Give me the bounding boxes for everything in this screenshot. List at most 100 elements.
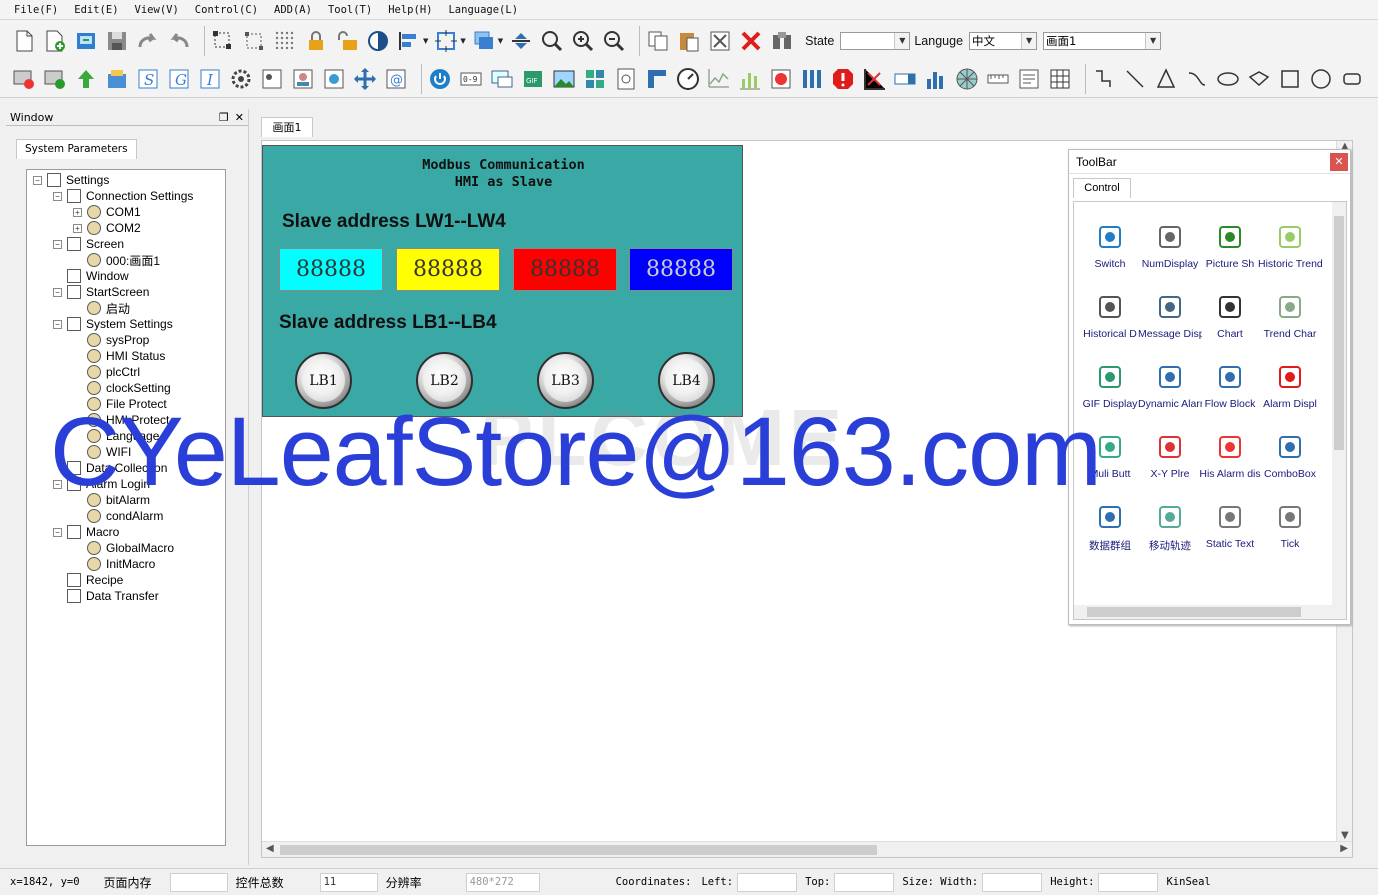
toolbox-item[interactable]: His Alarm dis: [1198, 434, 1262, 480]
width-field[interactable]: [982, 872, 1043, 892]
toolbox-item[interactable]: Trend Char: [1258, 294, 1322, 340]
static-text-icon[interactable]: [1017, 67, 1041, 91]
expand-icon[interactable]: +: [73, 223, 82, 233]
tree-item[interactable]: InitMacro: [73, 556, 155, 572]
polygon-icon[interactable]: [1154, 67, 1178, 91]
xy-plot-icon[interactable]: [862, 67, 886, 91]
num-display-lw1[interactable]: 88888: [279, 248, 383, 291]
dynamic-alarm-icon[interactable]: [800, 67, 824, 91]
paste-icon[interactable]: [677, 29, 701, 53]
rounded-rect-icon[interactable]: [1340, 67, 1364, 91]
scroll-left-icon[interactable]: ◀: [266, 843, 274, 854]
scroll-thumb[interactable]: [1087, 607, 1301, 617]
delete-icon[interactable]: [739, 29, 763, 53]
toolbox-item[interactable]: Dynamic Alarm: [1138, 364, 1202, 410]
layer-dropdown-icon[interactable]: ▼: [498, 37, 503, 45]
size-icon[interactable]: [434, 29, 458, 53]
tree-item[interactable]: + COM1: [73, 204, 141, 220]
save-icon[interactable]: [105, 29, 129, 53]
tree-item[interactable]: HMI Status: [73, 348, 165, 364]
toolbox-item[interactable]: Historic Trend: [1258, 224, 1322, 270]
menu-language[interactable]: Language(L): [448, 4, 518, 16]
tree-item[interactable]: 000:画面1: [73, 252, 160, 268]
language-combobox[interactable]: 中文 ▼: [969, 31, 1038, 50]
toolbox-item[interactable]: Tick: [1258, 504, 1322, 550]
menu-edit[interactable]: Edit(E): [74, 4, 118, 16]
init-script-icon[interactable]: I: [198, 67, 222, 91]
tree-item[interactable]: Data Transfer: [53, 588, 159, 604]
top-field[interactable]: [834, 872, 895, 892]
tick-icon[interactable]: [986, 67, 1010, 91]
tree-item[interactable]: sysProp: [73, 332, 149, 348]
num-display-lw2[interactable]: 88888: [396, 248, 500, 291]
ellipse-icon[interactable]: [1216, 67, 1240, 91]
screen-combobox[interactable]: 画面1 ▼: [1043, 31, 1162, 50]
tree-item[interactable]: GlobalMacro: [73, 540, 174, 556]
multi-state-icon[interactable]: [583, 67, 607, 91]
user-icon[interactable]: [291, 67, 315, 91]
menu-tool[interactable]: Tool(T): [328, 4, 372, 16]
unlock-icon[interactable]: [335, 29, 359, 53]
toolbox-item[interactable]: Switch: [1078, 224, 1142, 270]
tree-item[interactable]: − StartScreen: [53, 284, 149, 300]
curve-icon[interactable]: [1185, 67, 1209, 91]
toolbox-vertical-scrollbar[interactable]: [1332, 202, 1346, 607]
alarm-icon[interactable]: [831, 67, 855, 91]
picture-icon[interactable]: [552, 67, 576, 91]
bar-chart-icon[interactable]: [924, 67, 948, 91]
multi-select-icon[interactable]: [242, 29, 266, 53]
tree-item[interactable]: − Macro: [53, 524, 119, 540]
line-icon[interactable]: [1123, 67, 1147, 91]
open-icon[interactable]: [74, 29, 98, 53]
message-icon[interactable]: [490, 67, 514, 91]
tree-item[interactable]: Recipe: [53, 572, 123, 588]
screen-add-icon[interactable]: [43, 67, 67, 91]
lock-icon[interactable]: [304, 29, 328, 53]
size-dropdown-icon[interactable]: ▼: [460, 37, 465, 45]
numdisplay-icon[interactable]: 0-9: [459, 67, 483, 91]
tab-screen-1[interactable]: 画面1: [261, 117, 313, 137]
undo-icon[interactable]: [167, 29, 191, 53]
select-icon[interactable]: [211, 29, 235, 53]
script-icon[interactable]: S: [136, 67, 160, 91]
cut-icon[interactable]: [708, 29, 732, 53]
tree-item[interactable]: + COM2: [73, 220, 141, 236]
collapse-icon[interactable]: −: [53, 319, 62, 329]
zoom-in-icon[interactable]: [571, 29, 595, 53]
new-screen-icon[interactable]: [43, 29, 67, 53]
image-library-icon[interactable]: [322, 67, 346, 91]
menu-control[interactable]: Control(C): [195, 4, 258, 16]
grid-icon[interactable]: [273, 29, 297, 53]
tree-item[interactable]: − Connection Settings: [53, 188, 193, 204]
copy-icon[interactable]: [646, 29, 670, 53]
gif-icon[interactable]: GIF: [521, 67, 545, 91]
tree-item[interactable]: − System Settings: [53, 316, 173, 332]
scroll-right-icon[interactable]: ▶: [1340, 843, 1348, 854]
menu-view[interactable]: View(V): [135, 4, 179, 16]
collapse-icon[interactable]: −: [33, 175, 42, 185]
zoom-icon[interactable]: [540, 29, 564, 53]
combobox-icon[interactable]: [893, 67, 917, 91]
toolbox-item[interactable]: 移动轨迹: [1138, 504, 1202, 553]
rectangle-icon[interactable]: [1278, 67, 1302, 91]
collapse-icon[interactable]: −: [53, 287, 62, 297]
menu-help[interactable]: Help(H): [388, 4, 432, 16]
toolbox-item[interactable]: ComboBox: [1258, 434, 1322, 480]
toolbox-item[interactable]: Chart: [1198, 294, 1262, 340]
tree-item[interactable]: plcCtrl: [73, 364, 140, 380]
collapse-icon[interactable]: −: [53, 191, 62, 201]
tree-item[interactable]: Window: [53, 268, 129, 284]
height-field[interactable]: [1098, 872, 1159, 892]
layer-icon[interactable]: [472, 29, 496, 53]
trend-icon[interactable]: [707, 67, 731, 91]
chevron-down-icon[interactable]: ▼: [1145, 32, 1161, 49]
collapse-icon[interactable]: −: [53, 527, 62, 537]
move-icon[interactable]: [353, 67, 377, 91]
toolbox-item[interactable]: Historical D: [1078, 294, 1142, 340]
menu-add[interactable]: ADD(A): [274, 4, 312, 16]
flow-block-icon[interactable]: [645, 67, 669, 91]
chevron-down-icon[interactable]: ▼: [1021, 32, 1037, 49]
chevron-down-icon[interactable]: ▼: [894, 32, 910, 49]
diamond-icon[interactable]: [1247, 67, 1271, 91]
scroll-thumb[interactable]: [1334, 216, 1344, 450]
